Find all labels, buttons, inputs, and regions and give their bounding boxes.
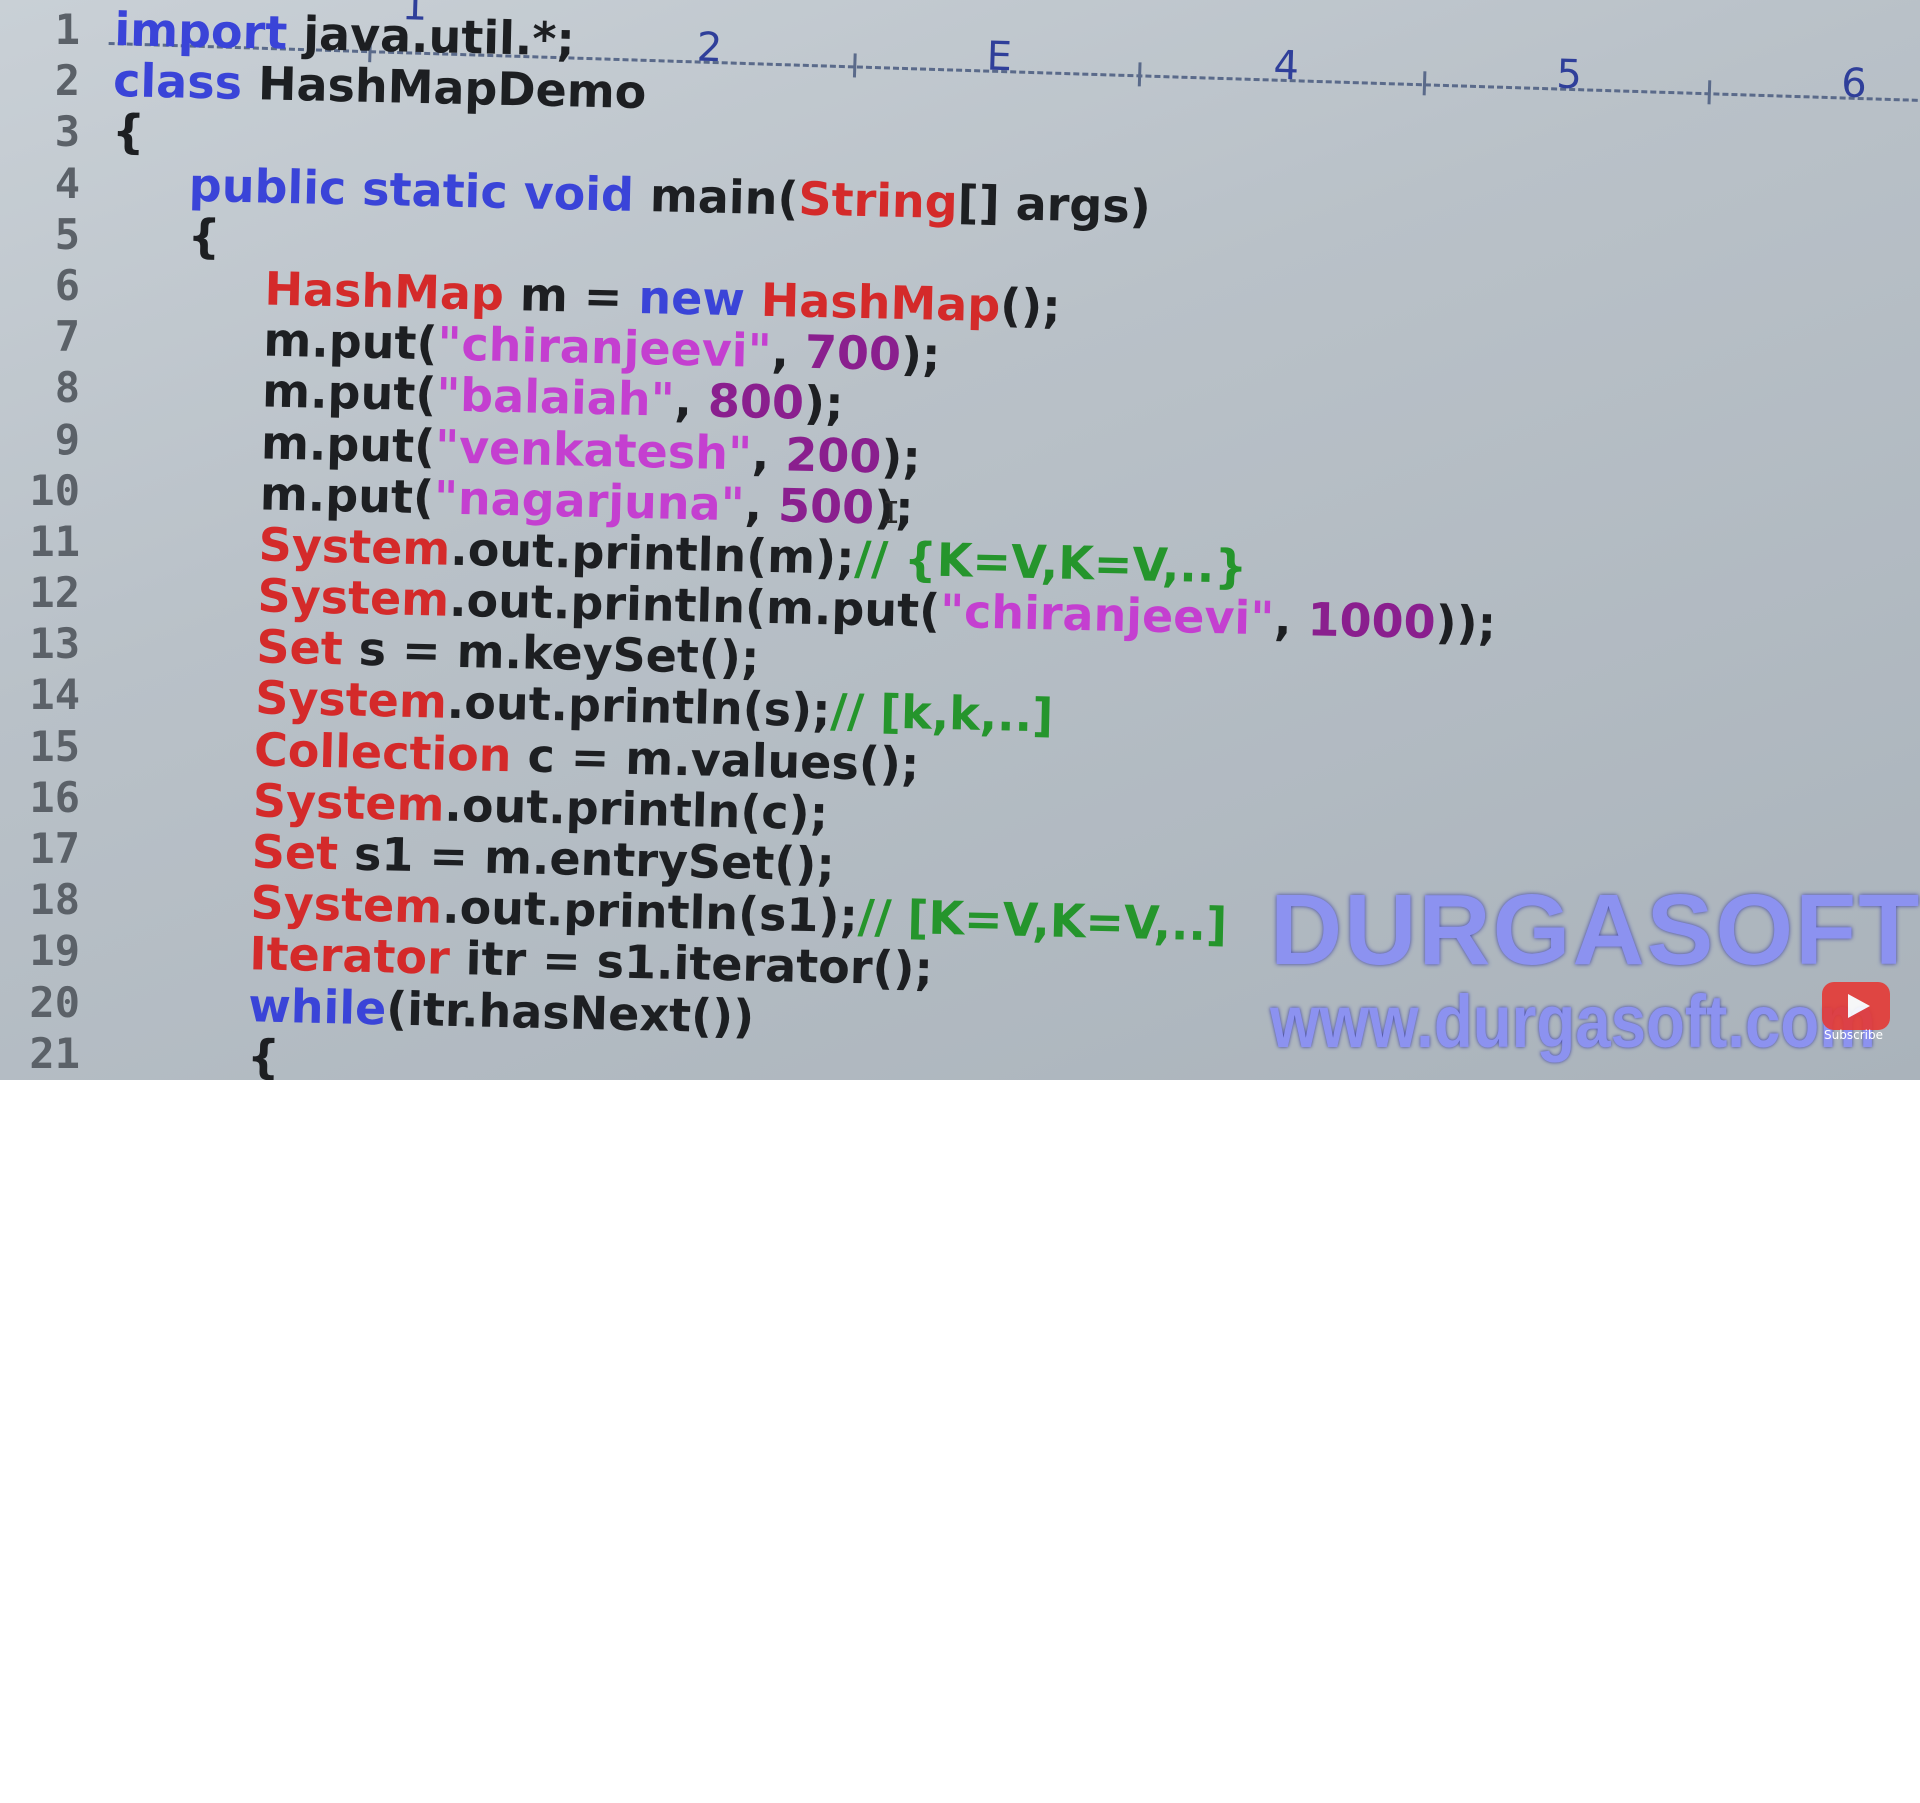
code-token: , — [1273, 591, 1309, 647]
code-token: )); — [1435, 595, 1497, 651]
code-token: m.put( — [260, 414, 436, 473]
code-token: , — [744, 477, 779, 532]
code-token: { — [187, 208, 222, 264]
code-token: "chiranjeevi" — [939, 583, 1275, 646]
watermark-name: DURGASOFT — [1270, 874, 1920, 986]
line-number: 9 — [54, 414, 80, 464]
code-token: [] args) — [957, 174, 1152, 234]
code-token: System — [257, 568, 450, 627]
code-token: { — [111, 104, 146, 160]
line-number: 4 — [54, 158, 80, 208]
line-number: 21 — [29, 1028, 80, 1078]
code-token: Collection — [253, 721, 513, 782]
code-token: import — [113, 2, 288, 60]
code-token: m.put( — [261, 363, 437, 422]
code-token: ); — [900, 327, 942, 382]
editor-screen: 1 2 E 4 5 6 1 2 3 4 5 6 7 8 9 10 11 12 13 14 15 16 17 18 1… — [0, 0, 1920, 1080]
code-token: (); — [999, 278, 1062, 334]
code-token: m.put( — [262, 312, 439, 371]
code-token: System — [254, 670, 448, 730]
code-token: String — [797, 171, 959, 229]
code-token: 500 — [777, 477, 875, 535]
code-token: class — [112, 53, 243, 111]
code-token: { — [246, 1029, 281, 1080]
code-token: (itr.hasNext()) — [385, 980, 755, 1044]
code-token: HashMap — [760, 272, 1001, 333]
code-token: Set — [255, 619, 344, 676]
code-token: m.put( — [259, 466, 435, 525]
code-token: HashMapDemo — [241, 56, 647, 120]
code-token: 800 — [707, 373, 805, 431]
line-number: 12 — [29, 568, 80, 618]
line-number: 3 — [54, 107, 80, 157]
code-token: while — [247, 977, 387, 1035]
line-number-gutter: 1 2 3 4 5 6 7 8 9 10 11 12 13 14 15 16 17 18 19 20 21 — [0, 4, 100, 1079]
code-token: , — [673, 373, 709, 428]
code-token: ); — [803, 376, 845, 431]
watermark: DURGASOFT www.durgasoft.com — [1270, 878, 1920, 1062]
code-token: "balaiah" — [435, 367, 676, 428]
code-token: System — [250, 875, 443, 934]
code-token: Iterator — [248, 926, 451, 986]
code-token: Set — [251, 824, 339, 881]
line-number: 19 — [29, 926, 80, 976]
line-number: 6 — [54, 260, 80, 310]
code-token: HashMap — [263, 261, 505, 321]
code-token: public static void — [188, 157, 635, 222]
line-number: 18 — [29, 875, 80, 925]
line-number: 11 — [29, 516, 80, 566]
line-number: 8 — [54, 363, 80, 413]
youtube-play-icon[interactable] — [1822, 982, 1890, 1030]
line-number: 17 — [29, 824, 80, 873]
line-number: 20 — [29, 977, 80, 1027]
line-number: 16 — [29, 772, 80, 822]
code-token: 200 — [784, 426, 883, 483]
code-token: , — [770, 324, 806, 379]
code-token: , — [751, 426, 787, 481]
text-cursor-icon: I — [882, 496, 901, 531]
line-number: 15 — [29, 721, 80, 771]
code-token: m = — [503, 266, 640, 324]
line-number: 10 — [29, 465, 80, 515]
code-token: System — [252, 773, 446, 832]
line-number: 7 — [54, 312, 80, 362]
code-token: // [k,k,..] — [829, 683, 1054, 743]
code-token: 700 — [804, 324, 902, 382]
code-token: main( — [633, 167, 800, 226]
code-token: System — [258, 517, 451, 576]
line-number: 13 — [29, 619, 80, 669]
code-token: 1000 — [1307, 592, 1437, 650]
code-token: new — [637, 269, 746, 327]
code-token: ); — [880, 429, 922, 484]
play-triangle-icon — [1848, 994, 1870, 1018]
watermark-url: www.durgasoft.com — [1270, 980, 1876, 1063]
line-number: 1 — [54, 5, 80, 54]
line-number: 5 — [54, 209, 80, 259]
line-number: 2 — [54, 56, 80, 106]
line-number: 14 — [29, 670, 80, 720]
subscribe-label[interactable]: Subscribe — [1824, 1028, 1883, 1042]
